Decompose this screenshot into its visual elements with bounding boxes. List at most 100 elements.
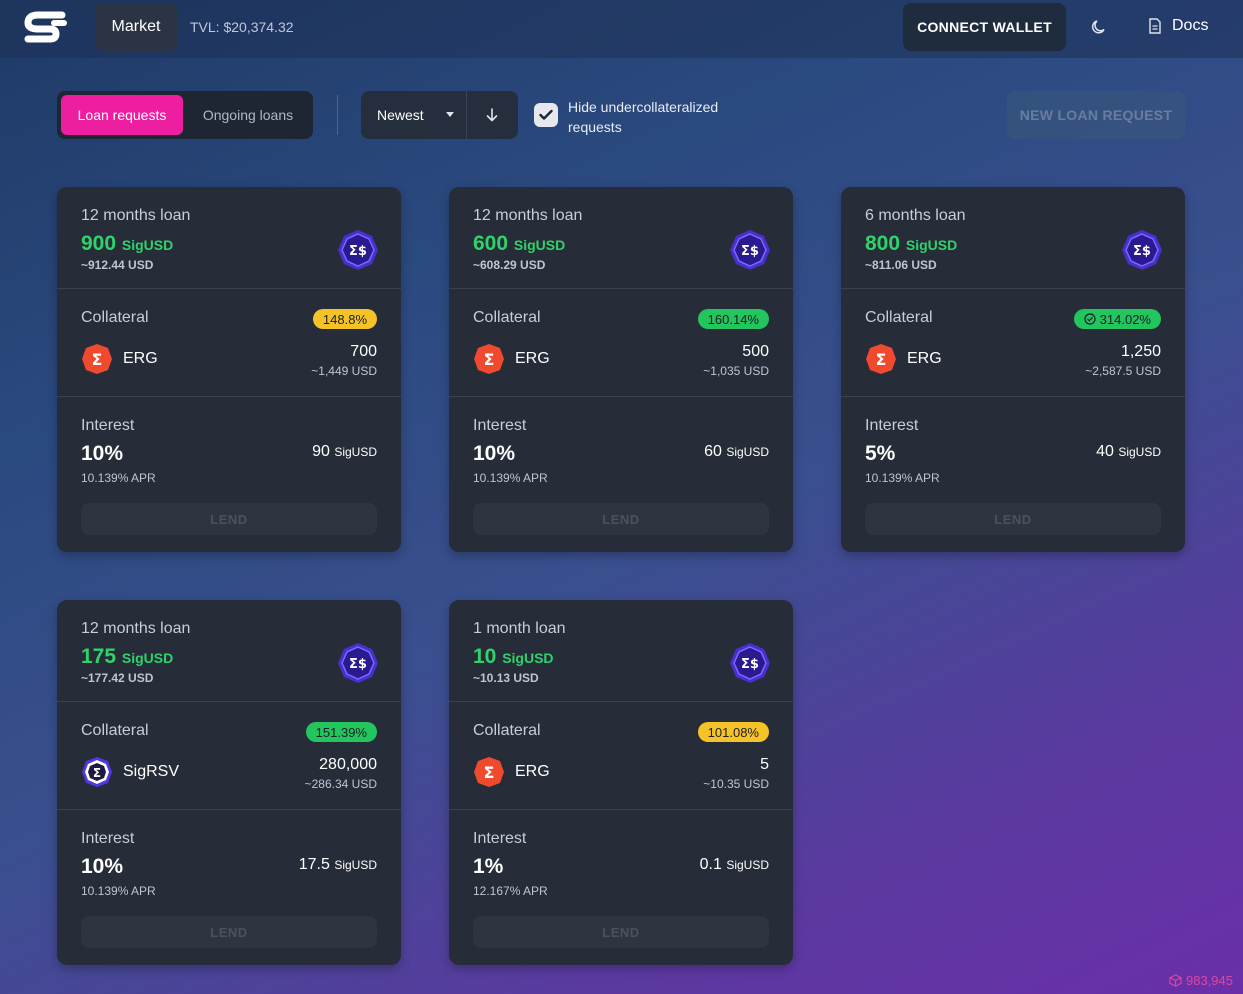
- loan-token: SigUSD: [513, 237, 566, 253]
- loan-amount: 175 SigUSD: [81, 645, 173, 669]
- sigusd-token-icon: Σ$: [337, 642, 379, 684]
- hide-checkbox[interactable]: [534, 103, 558, 127]
- interest-label: Interest: [81, 830, 135, 847]
- interest-apr: 10.139% APR: [473, 471, 548, 485]
- lend-button[interactable]: LEND: [865, 503, 1161, 535]
- hide-undercollateralized-toggle[interactable]: Hide undercollateralized requests: [534, 97, 748, 137]
- sigusd-token-icon: Σ$: [337, 229, 379, 271]
- svg-text:Σ: Σ: [876, 350, 887, 369]
- svg-text:Σ$: Σ$: [349, 244, 367, 259]
- interest-label: Interest: [473, 417, 527, 434]
- sigrsv-token-icon: Σ: [81, 756, 113, 788]
- collateral-asset: Σ ERG: [473, 756, 550, 788]
- loan-term: 1 month loan: [473, 620, 566, 637]
- collateral-asset-name: ERG: [907, 350, 942, 367]
- loan-card: 12 months loan 900 SigUSD ~912.44 USD Σ$…: [57, 187, 401, 552]
- document-icon: [1149, 18, 1161, 34]
- collateral-label: Collateral: [473, 722, 541, 739]
- collateral-ratio: 151.39%: [315, 724, 367, 740]
- toolbar-divider: [337, 95, 338, 135]
- interest-section: Interest 1% 12.167% APR 0.1 SigUSD LEND: [449, 810, 793, 964]
- svg-text:Σ$: Σ$: [1133, 244, 1151, 259]
- tab-loan-requests[interactable]: Loan requests: [61, 95, 183, 135]
- connect-wallet-button[interactable]: CONNECT WALLET: [903, 3, 1066, 51]
- lend-button[interactable]: LEND: [81, 916, 377, 948]
- collateral-amount-usd: ~10.35 USD: [703, 777, 769, 791]
- svg-text:Σ: Σ: [484, 763, 495, 782]
- collateral-amount-usd: ~286.34 USD: [304, 777, 377, 791]
- loan-summary: 12 months loan 600 SigUSD ~608.29 USD Σ$: [449, 187, 793, 289]
- loan-amount: 800 SigUSD: [865, 232, 957, 256]
- loan-card: 12 months loan 600 SigUSD ~608.29 USD Σ$…: [449, 187, 793, 552]
- collateral-amount-usd: ~1,035 USD: [703, 364, 769, 378]
- collateral-amount-value: 280,000: [319, 756, 377, 773]
- collateral-amount-value: 1,250: [1120, 343, 1161, 360]
- docs-label: Docs: [1172, 17, 1209, 34]
- interest-apr: 10.139% APR: [865, 471, 940, 485]
- svg-text:Σ: Σ: [93, 766, 101, 780]
- interest-percent: 10%: [81, 442, 124, 465]
- collateral-asset: Σ ERG: [473, 343, 550, 375]
- interest-amount: 17.5 SigUSD: [299, 856, 377, 874]
- collateral-ratio-badge: 148.8%: [312, 309, 377, 329]
- loan-summary: 6 months loan 800 SigUSD ~811.06 USD Σ$: [841, 187, 1185, 289]
- loan-summary: 12 months loan 900 SigUSD ~912.44 USD Σ$: [57, 187, 401, 289]
- collateral-ratio: 101.08%: [707, 724, 759, 740]
- interest-amount: 0.1 SigUSD: [700, 856, 769, 874]
- collateral-asset-name: ERG: [515, 763, 550, 780]
- svg-text:Σ: Σ: [484, 350, 495, 369]
- sort-select[interactable]: Newest: [361, 91, 467, 139]
- block-height-value: 983,945: [1186, 973, 1233, 988]
- collateral-label: Collateral: [81, 722, 149, 739]
- lend-button[interactable]: LEND: [81, 503, 377, 535]
- collateral-asset: Σ SigRSV: [81, 756, 179, 788]
- loan-card: 12 months loan 175 SigUSD ~177.42 USD Σ$…: [57, 600, 401, 965]
- loan-amount: 900 SigUSD: [81, 232, 173, 256]
- loan-token: SigUSD: [905, 237, 958, 253]
- interest-percent: 1%: [473, 855, 504, 878]
- loan-amount-usd: ~177.42 USD: [81, 671, 154, 685]
- market-nav-button[interactable]: Market: [95, 3, 177, 51]
- arrow-down-icon: [486, 108, 498, 122]
- interest-percent: 5%: [865, 442, 896, 465]
- cube-icon: [1169, 974, 1182, 987]
- collateral-ratio-badge: 160.14%: [697, 309, 769, 329]
- collateral-section: Collateral 148.8% Σ ERG 700 ~1,449 USD: [57, 289, 401, 397]
- moon-icon[interactable]: [1090, 18, 1108, 36]
- loan-amount-usd: ~608.29 USD: [473, 258, 546, 272]
- sort-direction-button[interactable]: [467, 91, 517, 139]
- tab-ongoing-loans[interactable]: Ongoing loans: [187, 95, 309, 135]
- loan-amount-value: 10: [473, 645, 497, 668]
- collateral-asset: Σ ERG: [865, 343, 942, 375]
- lend-button[interactable]: LEND: [473, 503, 769, 535]
- new-loan-request-button[interactable]: NEW LOAN REQUEST: [1007, 91, 1185, 139]
- docs-link[interactable]: Docs: [1148, 17, 1208, 35]
- collateral-amount-value: 500: [742, 343, 769, 360]
- collateral-label: Collateral: [865, 309, 933, 326]
- interest-token: SigUSD: [726, 445, 769, 459]
- collateral-ratio-badge: 101.08%: [697, 722, 769, 742]
- interest-label: Interest: [81, 417, 135, 434]
- loan-amount: 600 SigUSD: [473, 232, 565, 256]
- sigusd-token-icon: Σ$: [1121, 229, 1163, 271]
- collateral-section: Collateral 160.14% Σ ERG 500 ~1,035 USD: [449, 289, 793, 397]
- collateral-amount-value: 700: [350, 343, 377, 360]
- lend-button[interactable]: LEND: [473, 916, 769, 948]
- loan-amount-value: 175: [81, 645, 117, 668]
- svg-text:Σ$: Σ$: [741, 244, 759, 259]
- collateral-ratio-badge: 314.02%: [1073, 309, 1161, 329]
- loan-amount-usd: ~912.44 USD: [81, 258, 154, 272]
- collateral-amount-usd: ~2,587.5 USD: [1085, 364, 1161, 378]
- check-circle-icon: [1084, 313, 1096, 325]
- collateral-amount: 500 ~1,035 USD: [703, 343, 769, 378]
- sigusd-token-icon: Σ$: [729, 642, 771, 684]
- interest-token: SigUSD: [1118, 445, 1161, 459]
- interest-label: Interest: [473, 830, 527, 847]
- hide-label: Hide undercollateralized requests: [568, 99, 719, 135]
- collateral-amount-value: 5: [760, 756, 769, 773]
- loan-amount-usd: ~811.06 USD: [865, 258, 937, 272]
- sigmafi-logo-icon[interactable]: [24, 9, 68, 45]
- collateral-asset-name: ERG: [123, 350, 158, 367]
- interest-amount-value: 90: [312, 443, 330, 460]
- collateral-amount: 1,250 ~2,587.5 USD: [1085, 343, 1161, 378]
